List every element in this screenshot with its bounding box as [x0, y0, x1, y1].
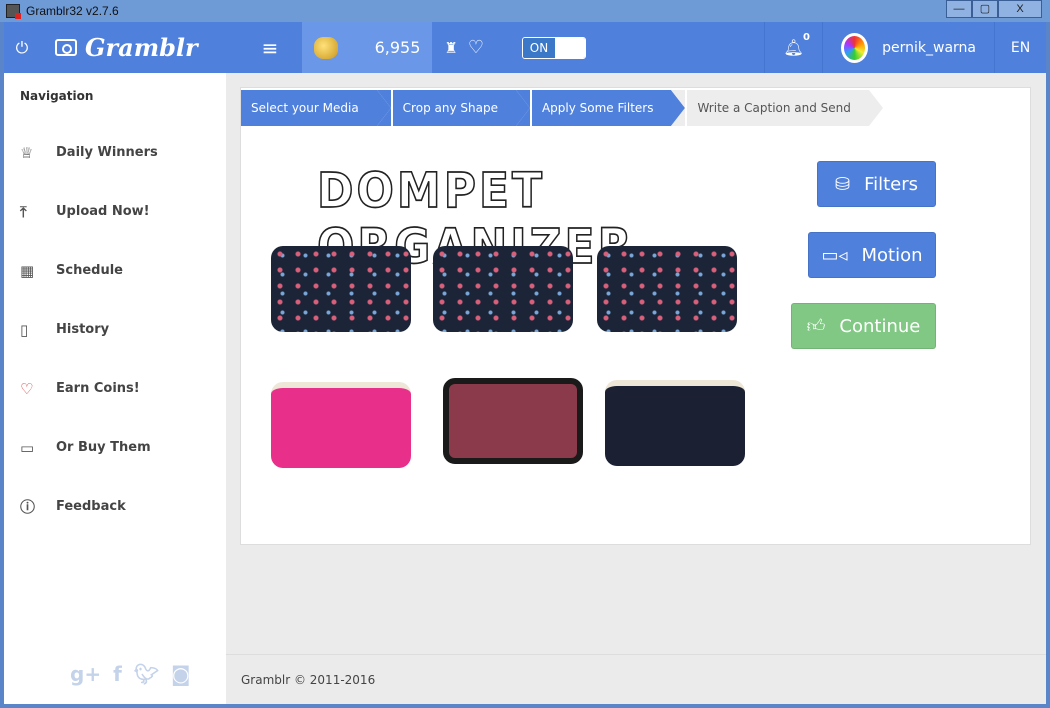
wallet-photo: [443, 378, 583, 464]
heart-icon[interactable]: ♡: [468, 22, 484, 73]
wallet-photo: [605, 380, 745, 466]
main-content: Select your Media Crop any Shape Apply S…: [226, 73, 1046, 704]
help-icon: ⓘ: [20, 498, 36, 516]
wallet-photo: [271, 382, 411, 468]
heart-icon: ♡: [20, 379, 34, 398]
toggle-label: ON: [523, 37, 555, 58]
nav-title: Navigation: [20, 89, 94, 103]
window-title: Gramblr32 v2.7.6: [26, 4, 119, 18]
sidebar-item-label: Feedback: [56, 499, 126, 514]
wallet-photo: [271, 246, 411, 332]
sidebar-item-buy-coins[interactable]: ▭ Or Buy Them: [20, 418, 158, 477]
top-bar: ⏻ Gramblr ≡ 6,955 ♜ ♡ ON 🔔︎ 0 pernik_warn…: [4, 22, 1046, 73]
editor-panel: Select your Media Crop any Shape Apply S…: [240, 87, 1031, 545]
filters-button[interactable]: ⛁ Filters: [817, 161, 936, 207]
sidebar-item-feedback[interactable]: ⓘ Feedback: [20, 477, 158, 536]
user-menu[interactable]: pernik_warna: [822, 22, 994, 73]
app-icon: [6, 4, 21, 19]
sidebar-item-label: History: [56, 322, 110, 337]
thumbs-up-icon: 👍︎: [806, 316, 826, 337]
continue-button[interactable]: 👍︎ Continue: [791, 303, 936, 349]
sidebar-item-earn-coins[interactable]: ♡ Earn Coins!: [20, 359, 158, 418]
footer: Gramblr © 2011-2016: [226, 654, 1046, 704]
menu-icon[interactable]: ≡: [262, 22, 279, 73]
instagram-icon[interactable]: ◙: [171, 662, 190, 686]
close-button[interactable]: X: [998, 0, 1042, 18]
sidebar-item-upload-now[interactable]: ⤒ Upload Now!: [20, 182, 158, 241]
logo: Gramblr: [85, 33, 198, 62]
username: pernik_warna: [882, 39, 976, 56]
sidebar-item-schedule[interactable]: ▦ Schedule: [20, 241, 158, 300]
trophy-icon: ♕: [20, 143, 34, 162]
window-titlebar: Gramblr32 v2.7.6 — ▢ X: [0, 0, 1050, 22]
coin-count: 6,955: [374, 38, 421, 57]
wallet-photo: [433, 246, 573, 332]
continue-label: Continue: [839, 315, 921, 337]
motion-label: Motion: [861, 244, 923, 266]
twitter-icon[interactable]: 🐦︎: [134, 662, 159, 686]
step-crop-shape[interactable]: Crop any Shape: [376, 90, 531, 126]
sidebar-item-label: Earn Coins!: [56, 381, 140, 396]
book-icon: ▯: [20, 320, 29, 339]
sidebar-item-label: Daily Winners: [56, 145, 158, 160]
notifications-button[interactable]: 🔔︎ 0: [764, 22, 822, 73]
sidebar-item-label: Upload Now!: [56, 204, 150, 219]
sidebar-item-label: Or Buy Them: [56, 440, 151, 455]
minimize-button[interactable]: —: [946, 0, 972, 18]
video-camera-icon: ▭◃: [821, 244, 848, 266]
sidebar-item-history[interactable]: ▯ History: [20, 300, 158, 359]
calendar-icon: ▦: [20, 261, 35, 280]
power-icon[interactable]: ⏻: [4, 22, 40, 73]
step-select-media[interactable]: Select your Media: [241, 90, 391, 126]
on-off-toggle[interactable]: ON: [522, 36, 586, 59]
rocket-icon[interactable]: ♜: [444, 22, 457, 73]
wallet-photo: [597, 246, 737, 332]
motion-button[interactable]: ▭◃ Motion: [808, 232, 936, 278]
step-apply-filters[interactable]: Apply Some Filters: [516, 90, 685, 126]
step-write-caption[interactable]: Write a Caption and Send: [671, 90, 884, 126]
copyright: Gramblr © 2011-2016: [241, 673, 376, 687]
google-plus-icon[interactable]: g+: [70, 662, 101, 686]
maximize-button[interactable]: ▢: [972, 0, 998, 18]
upload-icon: ⤒: [20, 202, 27, 221]
notification-count: 0: [803, 32, 810, 43]
step-wizard: Select your Media Crop any Shape Apply S…: [241, 90, 885, 126]
sidebar-item-label: Schedule: [56, 263, 123, 278]
sidebar: Navigation ♕ Daily Winners ⤒ Upload Now! ▦…: [4, 73, 226, 704]
avatar: [841, 32, 869, 63]
coins-display[interactable]: 6,955: [302, 22, 433, 73]
bell-icon: 🔔︎: [783, 38, 804, 57]
wallet-icon: ▭: [20, 438, 35, 457]
language-selector[interactable]: EN: [994, 22, 1046, 73]
sidebar-item-daily-winners[interactable]: ♕ Daily Winners: [20, 123, 158, 182]
paint-bucket-icon: ⛁: [834, 173, 851, 195]
coins-icon: [314, 36, 339, 59]
instagram-upload-icon: [55, 39, 77, 56]
facebook-icon[interactable]: f: [113, 662, 122, 686]
filters-label: Filters: [864, 173, 919, 195]
media-preview: DOMPET ORGANIZER: [271, 158, 746, 488]
